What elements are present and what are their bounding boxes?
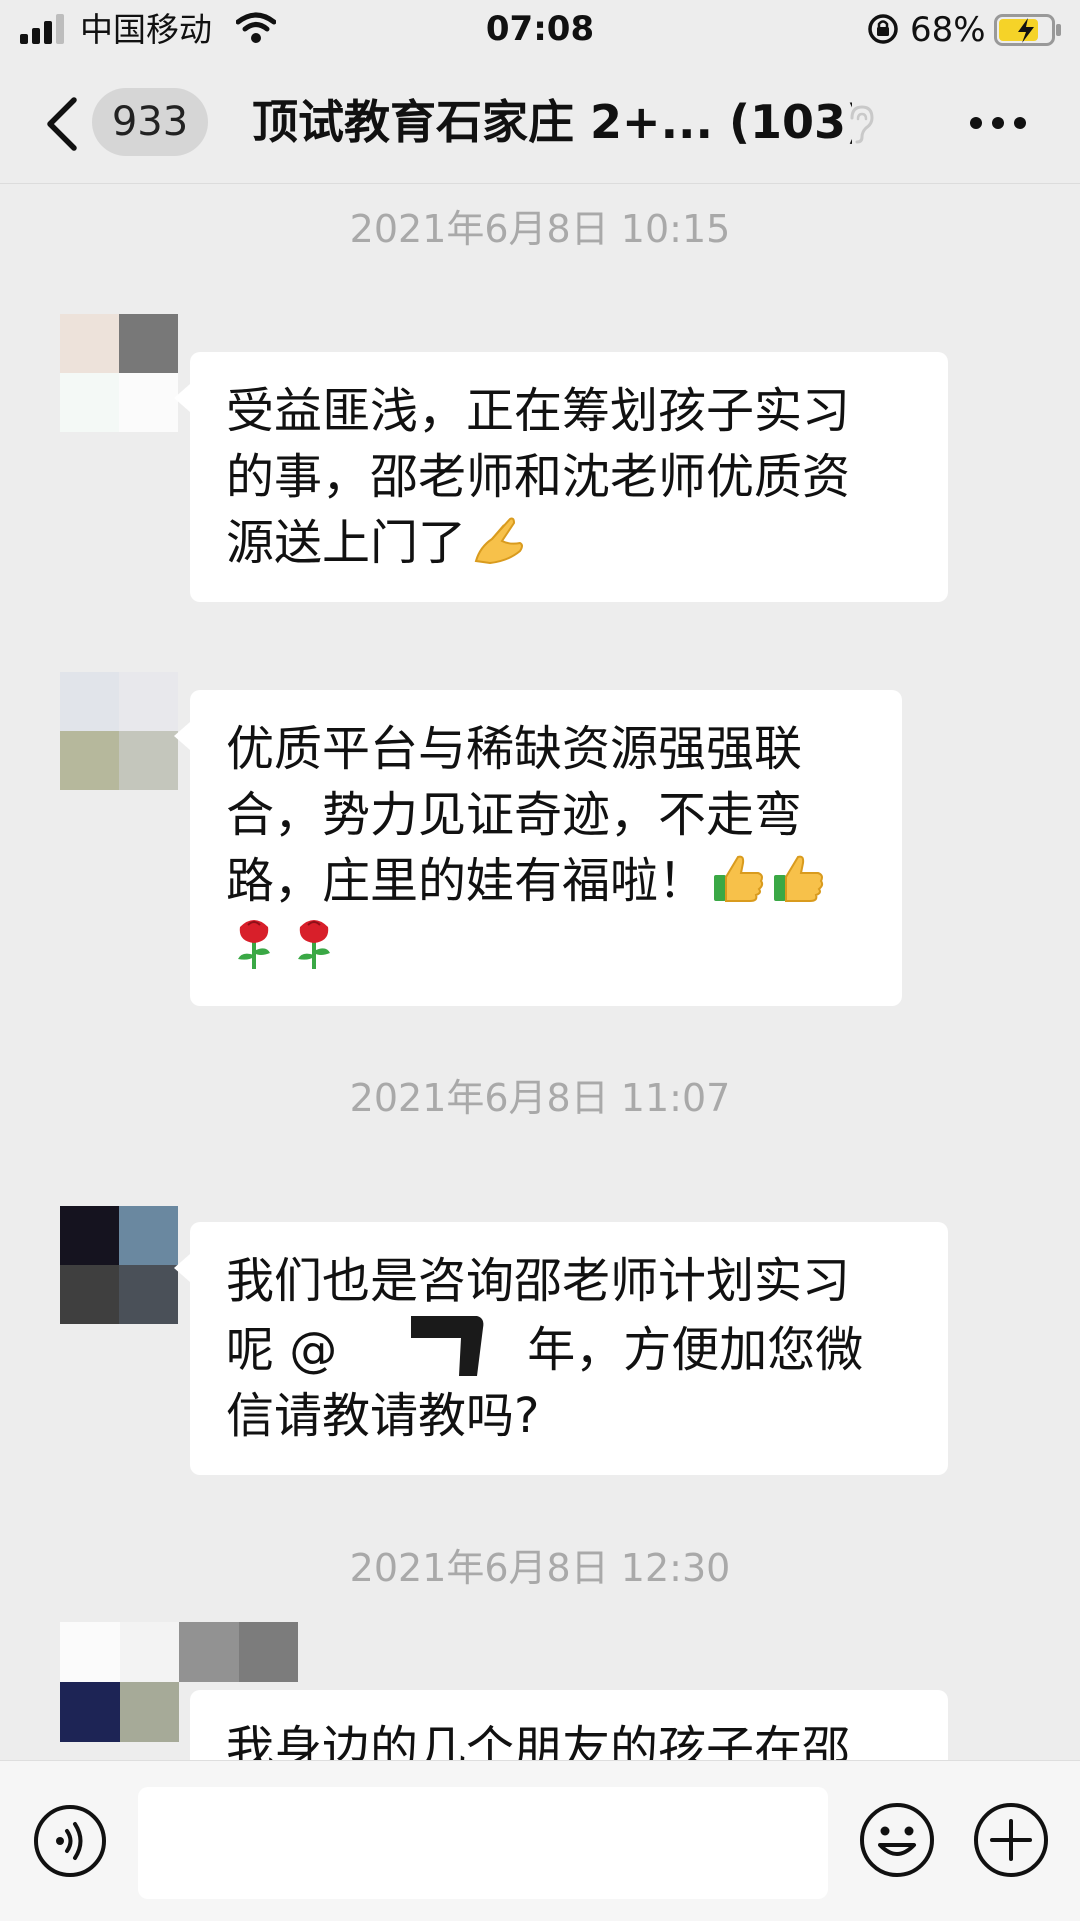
message-text: 源送上门了	[226, 515, 467, 571]
ear-icon	[850, 105, 874, 144]
message-text: 我们也是咨询邵老师计划实习	[226, 1253, 851, 1309]
folded-hands-emoji-icon	[474, 517, 524, 565]
status-bar: 中国移动 07:08 68%	[0, 0, 1080, 62]
message-bubble[interactable]: 受益匪浅，正在筹划孩子实习 的事，邵老师和沈老师优质资 源送上门了	[174, 352, 948, 602]
message-text: 年，方便加您微	[527, 1322, 864, 1378]
message-bubble[interactable]: 我们也是咨询邵老师计划实习 呢 @ 年，方便加您微 信请教请教吗?	[174, 1222, 948, 1475]
avatar[interactable]	[60, 314, 178, 432]
message-text: 优质平台与稀缺资源强强联	[226, 721, 803, 777]
message-timestamp: 2021年6月8日 11:07	[349, 1076, 731, 1120]
message-timestamp: 2021年6月8日 10:15	[349, 207, 731, 251]
thumbs-up-emoji-icon	[714, 855, 764, 902]
unread-count-badge[interactable]: 933	[92, 88, 208, 156]
rotation-lock-icon	[868, 14, 898, 44]
message-text: 的事，邵老师和沈老师优质资	[226, 449, 851, 505]
chat-header: 933 顶试教育石家庄 2+... (103)	[0, 62, 1080, 184]
more-icon[interactable]	[968, 98, 1028, 148]
redaction-mark	[411, 1316, 484, 1376]
message-text: 合，势力见证奇迹，不走弯	[226, 787, 803, 843]
battery-percent: 68%	[910, 10, 986, 50]
back-chevron-icon[interactable]	[40, 96, 84, 152]
avatar[interactable]	[60, 672, 178, 790]
message-bubble[interactable]: 优质平台与稀缺资源强强联 合，势力见证奇迹，不走弯 路，庄里的娃有福啦！	[174, 690, 902, 1006]
message-line: 路，庄里的娃有福啦！	[226, 848, 864, 914]
message-line: 源送上门了	[226, 510, 910, 576]
avatar[interactable]	[60, 1206, 178, 1324]
message-timestamp: 2021年6月8日 12:30	[349, 1546, 731, 1590]
chat-input-bar	[0, 1760, 1080, 1921]
battery-charging-icon	[994, 14, 1061, 46]
rose-emoji-icon	[238, 920, 270, 969]
chat-title[interactable]: 顶试教育石家庄 2+... (103)	[252, 92, 852, 152]
message-text: 路，庄里的娃有福啦！	[226, 853, 707, 909]
emoji-face-icon[interactable]	[858, 1801, 936, 1879]
voice-icon[interactable]	[32, 1803, 108, 1879]
message-line	[226, 914, 864, 980]
plus-icon[interactable]	[972, 1801, 1050, 1879]
thumbs-up-emoji-icon	[774, 855, 824, 902]
rose-emoji-icon	[298, 920, 330, 969]
message-text: 受益匪浅，正在筹划孩子实习	[226, 383, 851, 439]
message-text: 呢 @	[226, 1322, 338, 1378]
message-text: 信请教请教吗?	[226, 1388, 540, 1444]
message-input[interactable]	[138, 1787, 828, 1899]
message-line: 呢 @ 年，方便加您微	[226, 1314, 910, 1383]
